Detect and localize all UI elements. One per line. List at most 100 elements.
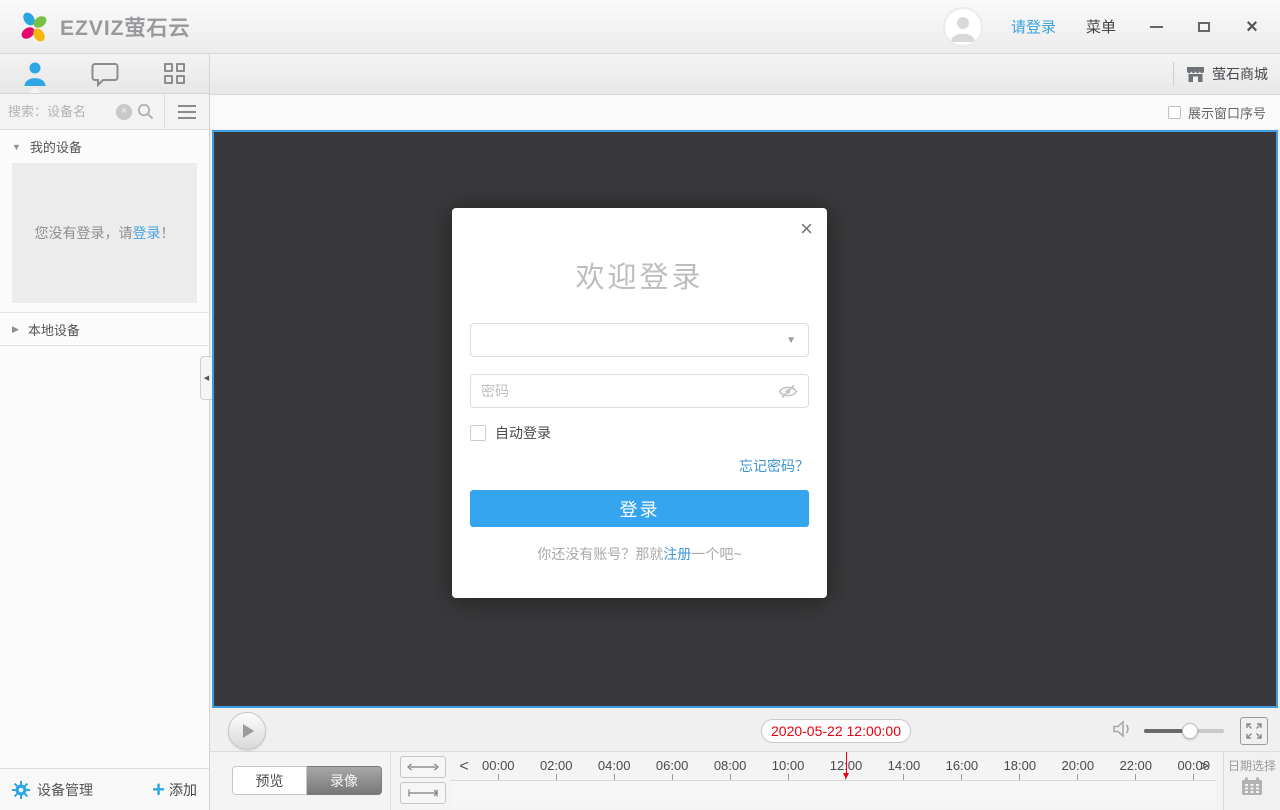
- plus-icon: +: [152, 779, 165, 801]
- tab-multi-view[interactable]: [139, 54, 209, 93]
- show-window-number-label: 展示窗口序号: [1188, 103, 1266, 122]
- calendar-icon: [1241, 777, 1263, 796]
- time-label: 18:00: [1004, 758, 1037, 773]
- add-device-button[interactable]: + 添加: [152, 779, 197, 801]
- fullscreen-button[interactable]: [1240, 717, 1268, 745]
- not-logged-panel: 您没有登录，请登录！: [12, 163, 197, 303]
- volume-slider[interactable]: [1144, 729, 1224, 733]
- playback-timestamp: 2020-05-22 12:00:00: [761, 719, 911, 743]
- sub-toolbar: 展示窗口序号: [210, 95, 1280, 129]
- my-devices-label: 我的设备: [30, 137, 82, 156]
- preview-tab[interactable]: 预览: [232, 766, 307, 795]
- not-logged-suffix: ！: [161, 225, 175, 241]
- record-tab[interactable]: 录像: [307, 766, 382, 795]
- login-button[interactable]: 登录: [470, 490, 809, 527]
- search-icon[interactable]: [137, 103, 154, 120]
- device-management-button[interactable]: 设备管理: [12, 780, 93, 800]
- list-menu-button[interactable]: [165, 94, 209, 129]
- password-input[interactable]: [481, 383, 778, 399]
- register-link[interactable]: 注册: [663, 546, 691, 562]
- register-prefix: 你还没有账号？那就: [537, 546, 663, 562]
- device-management-label: 设备管理: [37, 780, 93, 800]
- sidebar-tabs: [0, 54, 209, 94]
- time-label: 10:00: [772, 758, 805, 773]
- date-select-label: 日期选择: [1228, 757, 1276, 774]
- timeline-bar: 预览 录像 < 00:00 02:00 04:00 06:00: [210, 752, 1280, 810]
- ezviz-logo-icon: [16, 9, 52, 45]
- speaker-icon[interactable]: [1112, 720, 1134, 738]
- register-suffix: 一个吧~: [691, 546, 741, 562]
- gear-icon: [12, 781, 30, 799]
- minimize-icon: [1150, 26, 1163, 28]
- tree-my-devices[interactable]: ▼ 我的设备: [0, 130, 209, 163]
- close-button[interactable]: ×: [1244, 19, 1260, 35]
- ezviz-mall-label: 萤石商城: [1212, 64, 1268, 84]
- time-label: 20:00: [1062, 758, 1095, 773]
- date-select-panel[interactable]: 日期选择: [1223, 752, 1280, 810]
- sidebar-login-link[interactable]: 登录: [133, 225, 161, 241]
- arrows-inward-icon: [407, 789, 439, 797]
- auto-login-checkbox[interactable]: [470, 425, 486, 441]
- person-icon: [22, 60, 48, 87]
- main-toolbar: 萤石商城: [210, 54, 1280, 95]
- time-label: 22:00: [1119, 758, 1152, 773]
- play-icon: [243, 724, 254, 738]
- timeline-track[interactable]: [450, 780, 1216, 807]
- tab-my-devices[interactable]: [0, 54, 70, 93]
- playhead-arrow-icon: [843, 773, 849, 779]
- avatar-person-icon: [948, 12, 978, 42]
- auto-login-row: 自动登录: [470, 423, 809, 443]
- minimize-button[interactable]: [1148, 19, 1164, 35]
- avatar[interactable]: [943, 7, 983, 47]
- divider: [1173, 62, 1174, 86]
- active-tab-notch: [29, 87, 41, 93]
- timeline-ruler[interactable]: 00:00 02:00 04:00 06:00 08:00 10:00 12:0…: [482, 752, 1210, 780]
- tab-messages[interactable]: [70, 54, 140, 93]
- eye-off-icon[interactable]: [778, 384, 798, 399]
- dialog-title: 欢迎登录: [470, 254, 809, 296]
- time-label: 02:00: [540, 758, 573, 773]
- playback-control-bar: 2020-05-22 12:00:00: [210, 710, 1280, 752]
- mode-toggle: 预览 录像: [232, 766, 382, 795]
- dialog-close-icon[interactable]: ×: [800, 218, 813, 240]
- volume-thumb[interactable]: [1182, 723, 1198, 739]
- time-label: 08:00: [714, 758, 747, 773]
- fullscreen-icon: [1245, 722, 1263, 740]
- time-label: 16:00: [946, 758, 979, 773]
- tree-local-devices[interactable]: ▶ 本地设备: [0, 312, 209, 346]
- show-window-number-checkbox[interactable]: [1168, 106, 1181, 119]
- add-label: 添加: [169, 780, 197, 800]
- dropdown-arrow-icon: ▼: [786, 335, 796, 346]
- time-label: 04:00: [598, 758, 631, 773]
- forgot-password-link[interactable]: 忘记密码？: [470, 456, 809, 476]
- ezviz-mall-button[interactable]: 萤石商城: [1186, 64, 1268, 84]
- username-select[interactable]: ▼: [470, 323, 809, 357]
- menu-button[interactable]: 菜单: [1086, 16, 1116, 37]
- timeline-zoom-out-button[interactable]: [400, 756, 446, 778]
- maximize-button[interactable]: [1196, 19, 1212, 35]
- play-button[interactable]: [228, 712, 266, 750]
- search-bar: ×: [0, 94, 209, 130]
- password-field-wrap: [470, 374, 809, 408]
- login-dialog: × 欢迎登录 ▼ 自动登录 忘记密码？ 登录 你还没有账号？那就注册一个吧~: [452, 208, 827, 598]
- sidebar-footer: 设备管理 + 添加: [0, 768, 209, 810]
- playhead-line: [846, 752, 847, 773]
- app-title: EZVIZ萤石云: [60, 12, 191, 42]
- store-icon: [1186, 66, 1205, 83]
- sidebar-collapse-handle[interactable]: ◀: [200, 356, 212, 400]
- chevron-right-icon: ▶: [12, 324, 19, 335]
- search-input[interactable]: [8, 104, 116, 119]
- arrows-outward-icon: [407, 763, 439, 771]
- maximize-icon: [1198, 22, 1210, 32]
- clear-search-icon[interactable]: ×: [116, 104, 132, 120]
- grid-icon: [164, 63, 185, 84]
- timeline-scroll-left-button[interactable]: <: [452, 754, 476, 780]
- not-logged-text: 您没有登录，请: [35, 225, 133, 241]
- timeline-scroll-right-button[interactable]: >: [1192, 754, 1216, 780]
- titlebar-login-link[interactable]: 请登录: [1011, 16, 1056, 37]
- timeline-zoom-in-button[interactable]: [400, 782, 446, 804]
- auto-login-label: 自动登录: [495, 423, 551, 443]
- register-line: 你还没有账号？那就注册一个吧~: [470, 544, 809, 564]
- chevron-down-icon: ▼: [12, 142, 21, 152]
- divider: [390, 752, 391, 810]
